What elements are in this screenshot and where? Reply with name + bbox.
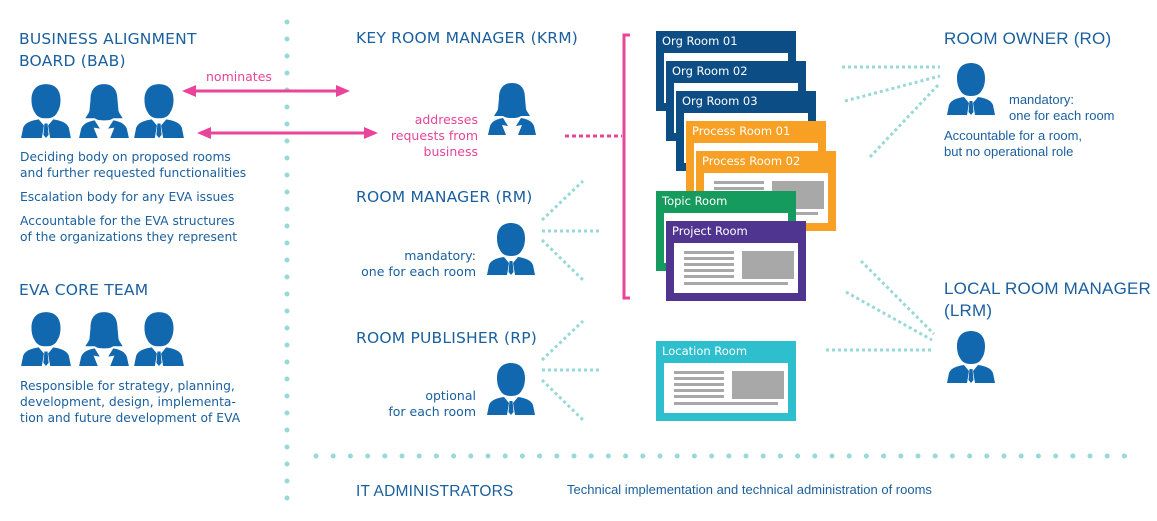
location-room-card[interactable]: Location Room	[656, 341, 796, 421]
person-male-icon	[485, 220, 537, 276]
rp-note-line: for each room	[388, 404, 476, 419]
core-team-desc-line: development, design, implementa-	[20, 395, 236, 409]
room-content	[674, 243, 798, 293]
ro-description: Accountable for a room, but no operation…	[944, 128, 1082, 160]
bab-desc-line: of the organizations they represent	[20, 230, 238, 244]
ro-note: mandatory: one for each room	[1009, 92, 1115, 124]
core-team-description: Responsible for strategy, planning, deve…	[20, 378, 240, 426]
room-title: Location Room	[662, 344, 748, 358]
rp-note-line: optional	[425, 388, 476, 403]
ro-note-line: one for each room	[1009, 108, 1115, 123]
krm-note: addresses requests from business	[370, 112, 478, 160]
bab-title-line1: BUSINESS ALIGNMENT	[19, 30, 197, 48]
room-title: Org Room 02	[672, 64, 748, 78]
person-male-icon	[132, 310, 186, 366]
room-title: Org Room 01	[662, 34, 738, 48]
bab-description: Deciding body on proposed rooms and furt…	[20, 149, 246, 245]
placeholder-line	[684, 257, 734, 260]
ro-desc-line: Accountable for a room,	[944, 128, 1083, 143]
lrm-title-line1: LOCAL ROOM MANAGER	[944, 279, 1152, 298]
placeholder-line	[684, 251, 734, 254]
placeholder-line	[674, 395, 724, 398]
rm-connectors	[540, 179, 600, 282]
room-title: Project Room	[672, 224, 748, 238]
placeholder-line	[674, 383, 724, 386]
placeholder-line	[674, 377, 724, 380]
person-male-icon	[945, 60, 997, 116]
ro-title: ROOM OWNER (RO)	[944, 29, 1112, 48]
room-title: Org Room 03	[682, 94, 758, 108]
nominates-arrow	[182, 85, 350, 97]
bab-desc-line: Escalation body for any EVA issues	[20, 190, 235, 204]
bab-desc-line: Accountable for the EVA structures	[20, 214, 235, 228]
lrm-connectors	[826, 259, 936, 352]
placeholder-line	[714, 187, 764, 190]
rp-connectors	[540, 319, 600, 422]
project-room-card[interactable]: Project Room	[666, 221, 806, 301]
core-team-title: EVA CORE TEAM	[19, 281, 149, 299]
bab-desc-line: Deciding body on proposed rooms	[20, 150, 231, 164]
person-male-icon	[485, 360, 537, 416]
nominates-label: nominates	[206, 69, 272, 84]
person-male-icon	[19, 82, 73, 138]
rm-title: ROOM MANAGER (RM)	[356, 188, 533, 206]
core-team-desc-line: tion and future development of EVA	[20, 411, 241, 425]
rp-note: optional for each room	[340, 388, 476, 420]
ro-connectors	[842, 65, 942, 159]
placeholder-image	[732, 371, 784, 399]
placeholder-line	[684, 282, 788, 285]
person-female-icon	[77, 82, 131, 138]
rm-note: mandatory: one for each room	[340, 248, 476, 280]
ro-note-line: mandatory:	[1009, 92, 1075, 107]
rm-note-line: mandatory:	[404, 248, 476, 263]
room-title: Topic Room	[662, 194, 728, 208]
lrm-title: LOCAL ROOM MANAGER (LRM)	[944, 278, 1151, 322]
placeholder-line	[714, 181, 764, 184]
room-title: Process Room 02	[702, 154, 801, 168]
placeholder-line	[684, 275, 734, 278]
bab-title-line2: BOARD (BAB)	[19, 52, 126, 70]
person-female-icon	[486, 80, 538, 136]
requests-arrow	[197, 127, 378, 139]
room-title: Process Room 01	[692, 124, 791, 138]
rooms-bracket	[622, 33, 630, 300]
room-content	[664, 363, 788, 413]
it-description: Technical implementation and technical a…	[567, 482, 932, 497]
placeholder-line	[674, 371, 724, 374]
person-male-icon	[945, 328, 997, 384]
bab-desc-line: and further requested functionalities	[20, 166, 247, 180]
placeholder-line	[684, 263, 734, 266]
lrm-title-line2: (LRM)	[944, 301, 993, 320]
person-male-icon	[19, 310, 73, 366]
rm-note-line: one for each room	[361, 264, 476, 279]
placeholder-line	[674, 389, 724, 392]
it-title: IT ADMINISTRATORS	[356, 483, 514, 500]
placeholder-image	[742, 251, 794, 279]
ro-desc-line: but no operational role	[944, 144, 1074, 159]
placeholder-line	[684, 269, 734, 272]
krm-note-line: requests from	[390, 128, 478, 143]
person-female-icon	[77, 310, 131, 366]
krm-note-line: addresses	[414, 112, 478, 127]
rp-title: ROOM PUBLISHER (RP)	[356, 329, 537, 347]
placeholder-line	[674, 402, 778, 405]
bab-title: BUSINESS ALIGNMENT BOARD (BAB)	[19, 28, 197, 72]
krm-title: KEY ROOM MANAGER (KRM)	[356, 29, 579, 47]
core-team-desc-line: Responsible for strategy, planning,	[20, 379, 235, 393]
person-male-icon	[132, 82, 186, 138]
krm-note-line: business	[423, 144, 478, 159]
